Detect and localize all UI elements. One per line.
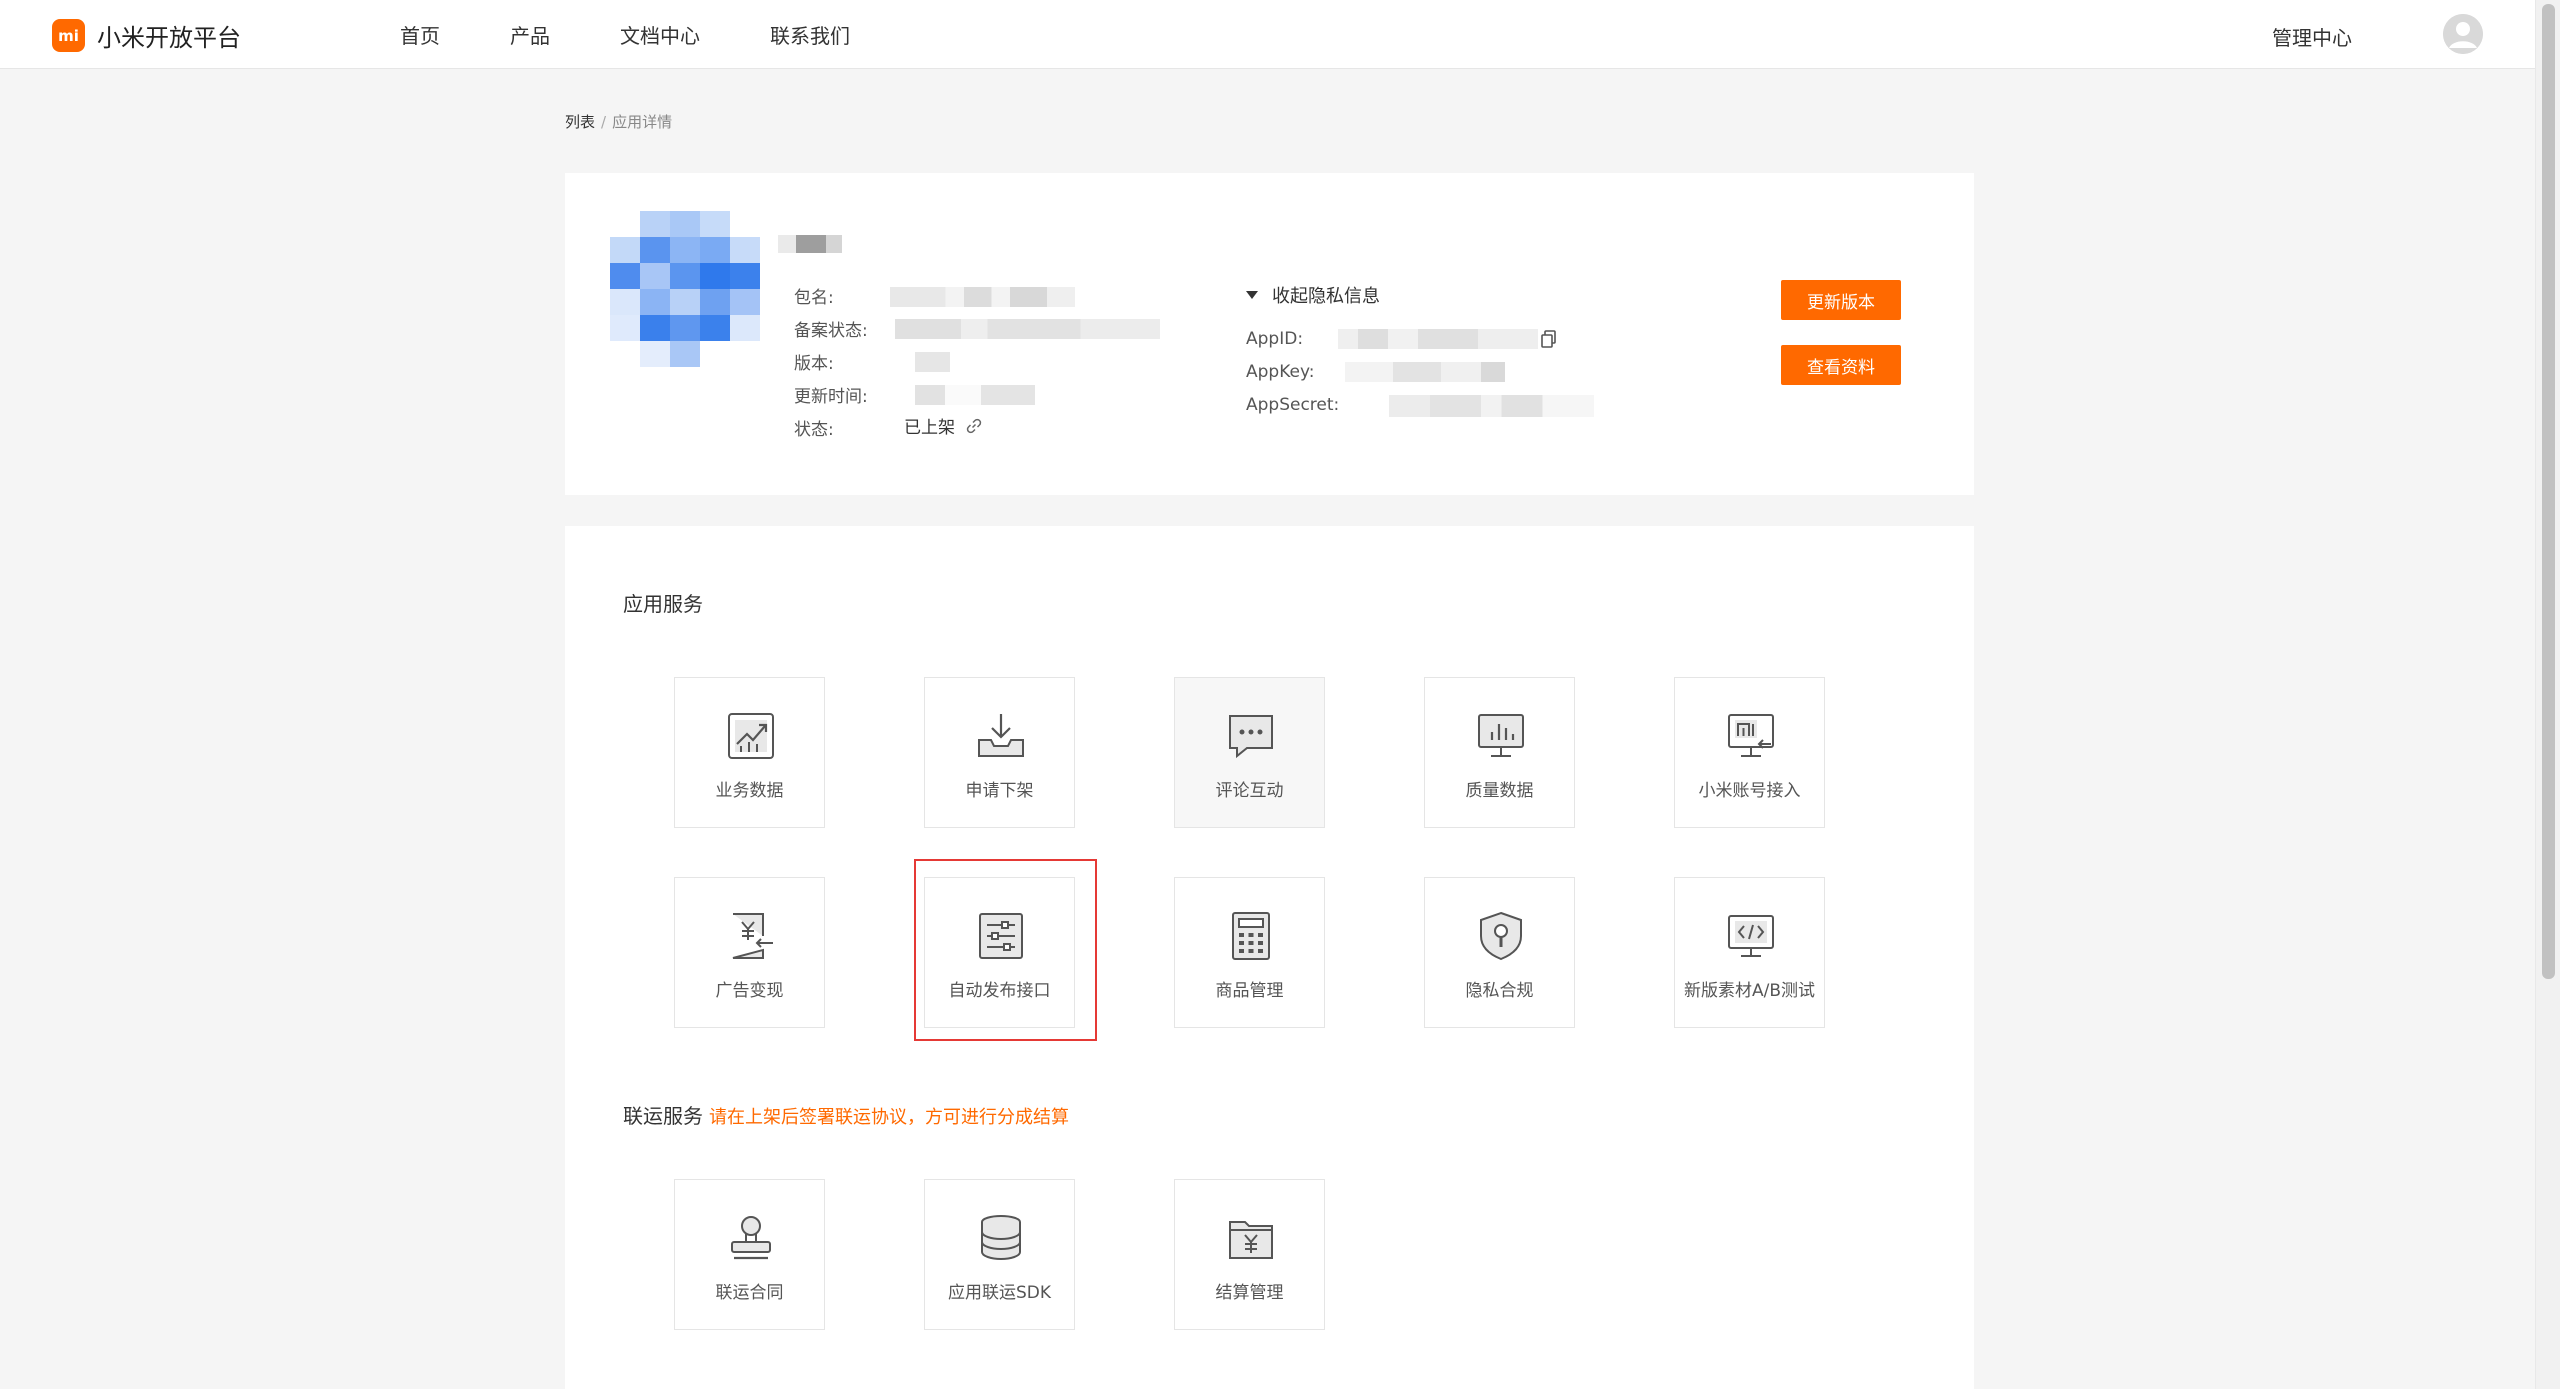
app-services-title: 应用服务 (623, 592, 703, 616)
top-navigation-bar: mi 小米开放平台 首页 产品 文档中心 联系我们 管理中心 (0, 0, 2535, 69)
collapse-privacy-toggle[interactable]: 收起隐私信息 (1246, 282, 1380, 308)
privacy-labels: AppID: AppKey: AppSecret: (1246, 323, 1339, 422)
version-label: 版本: (794, 354, 834, 374)
user-avatar[interactable] (2443, 14, 2483, 54)
tile-label: 申请下架 (965, 781, 1034, 801)
nav-contact[interactable]: 联系我们 (770, 20, 850, 49)
appid-redacted (1338, 329, 1538, 349)
tile-settlement-management[interactable]: 结算管理 (1174, 1179, 1325, 1330)
app-icon-pixelated (610, 211, 760, 371)
tile-joint-sdk[interactable]: 应用联运SDK (924, 1179, 1075, 1330)
yuan-document-icon (732, 913, 773, 959)
package-name-label: 包名: (794, 288, 834, 308)
tile-label: 结算管理 (1215, 1283, 1284, 1303)
joint-services-note: 请在上架后签署联运协议，方可进行分成结算 (709, 1107, 1069, 1128)
tile-ad-monetization[interactable]: 广告变现 (674, 877, 825, 1028)
tile-label: 自动发布接口 (948, 981, 1051, 1001)
tile-request-delist[interactable]: 申请下架 (924, 677, 1075, 828)
tile-label: 业务数据 (715, 781, 784, 801)
appkey-label: AppKey: (1246, 362, 1315, 382)
tile-label: 新版素材A/B测试 (1683, 981, 1816, 1001)
tile-quality-data[interactable]: 质量数据 (1424, 677, 1575, 828)
avatar-icon (2443, 14, 2483, 54)
status-label: 状态: (794, 420, 834, 440)
tile-privacy-compliance[interactable]: 隐私合规 (1424, 877, 1575, 1028)
appsecret-label: AppSecret: (1246, 395, 1340, 415)
status-text: 已上架 (904, 418, 955, 438)
tile-review-interaction[interactable]: 评论互动 (1174, 677, 1325, 828)
database-icon (981, 1215, 1021, 1261)
page-scrollbar[interactable] (2535, 0, 2560, 1389)
tile-label: 隐私合规 (1465, 981, 1534, 1001)
tile-joint-contract[interactable]: 联运合同 (674, 1179, 825, 1330)
yuan-folder-icon (1229, 1221, 1273, 1259)
joint-services-title: 联运服务 请在上架后签署联运协议，方可进行分成结算 (623, 1100, 1069, 1129)
mi-logo-icon: mi (52, 19, 85, 52)
update-time-redacted (915, 385, 1035, 405)
breadcrumb: 列表 / 应用详情 (565, 111, 672, 132)
nav-home[interactable]: 首页 (400, 20, 440, 49)
sliders-icon (979, 913, 1023, 959)
link-icon[interactable] (965, 417, 983, 435)
update-time-label: 更新时间: (794, 387, 868, 407)
caret-down-icon (1246, 291, 1258, 299)
nav-products[interactable]: 产品 (510, 20, 550, 49)
platform-title: 小米开放平台 (97, 24, 241, 52)
tile-label: 商品管理 (1215, 981, 1284, 1001)
breadcrumb-current: 应用详情 (612, 113, 673, 131)
nav-docs[interactable]: 文档中心 (620, 20, 700, 49)
filing-status-redacted (895, 319, 1160, 339)
package-name-redacted (890, 287, 1075, 307)
tile-label: 联运合同 (715, 1283, 784, 1303)
scrollbar-thumb[interactable] (2542, 4, 2555, 979)
appsecret-redacted (1389, 395, 1594, 417)
privacy-toggle-label: 收起隐私信息 (1272, 286, 1380, 307)
status-value: 已上架 (904, 413, 983, 438)
appid-label: AppID: (1246, 329, 1304, 349)
app-info-labels: 包名: 备案状态: 版本: 更新时间: 状态: (794, 282, 868, 447)
tile-label: 小米账号接入 (1698, 781, 1801, 801)
copy-icon[interactable] (1541, 330, 1557, 348)
main-nav: 首页 产品 文档中心 联系我们 (400, 0, 920, 69)
tile-label: 应用联运SDK (947, 1283, 1052, 1303)
filing-status-label: 备案状态: (794, 321, 868, 341)
tile-ab-testing[interactable]: 新版素材A/B测试 (1674, 877, 1825, 1028)
download-tray-icon (978, 714, 1024, 757)
code-monitor-icon (1728, 915, 1774, 957)
mi-account-icon (1728, 714, 1774, 757)
tile-mi-account[interactable]: 小米账号接入 (1674, 677, 1825, 828)
comment-icon (1229, 715, 1273, 759)
shield-lock-icon (1480, 911, 1522, 961)
tile-auto-publish-api[interactable]: 自动发布接口 (924, 877, 1075, 1028)
breadcrumb-separator: / (601, 113, 607, 131)
stamp-icon (731, 1216, 771, 1260)
monitor-chart-icon (1478, 714, 1524, 757)
tile-product-management[interactable]: 商品管理 (1174, 877, 1325, 1028)
version-redacted (915, 352, 950, 372)
tile-label: 广告变现 (715, 981, 784, 1001)
breadcrumb-list-link[interactable]: 列表 (565, 113, 595, 131)
tile-business-data[interactable]: 业务数据 (674, 677, 825, 828)
chart-up-icon (728, 713, 774, 759)
tile-label: 评论互动 (1215, 781, 1284, 801)
view-info-button[interactable]: 查看资料 (1781, 345, 1901, 385)
joint-services-title-text: 联运服务 (623, 1104, 703, 1128)
management-center-link[interactable]: 管理中心 (2272, 22, 2352, 51)
logo[interactable]: mi 小米开放平台 (52, 18, 241, 53)
app-info-card: 包名: 备案状态: 版本: 更新时间: 状态: 已上架 收起隐私信息 AppID… (565, 173, 1974, 495)
update-version-button[interactable]: 更新版本 (1781, 280, 1901, 320)
tile-label: 质量数据 (1465, 781, 1534, 801)
appkey-redacted (1345, 362, 1505, 382)
services-card: 应用服务 业务数据 申请下架 评论互动 质量数据 小米账号接入 广告变现 自动发… (565, 526, 1974, 1389)
calculator-icon (1232, 912, 1270, 960)
